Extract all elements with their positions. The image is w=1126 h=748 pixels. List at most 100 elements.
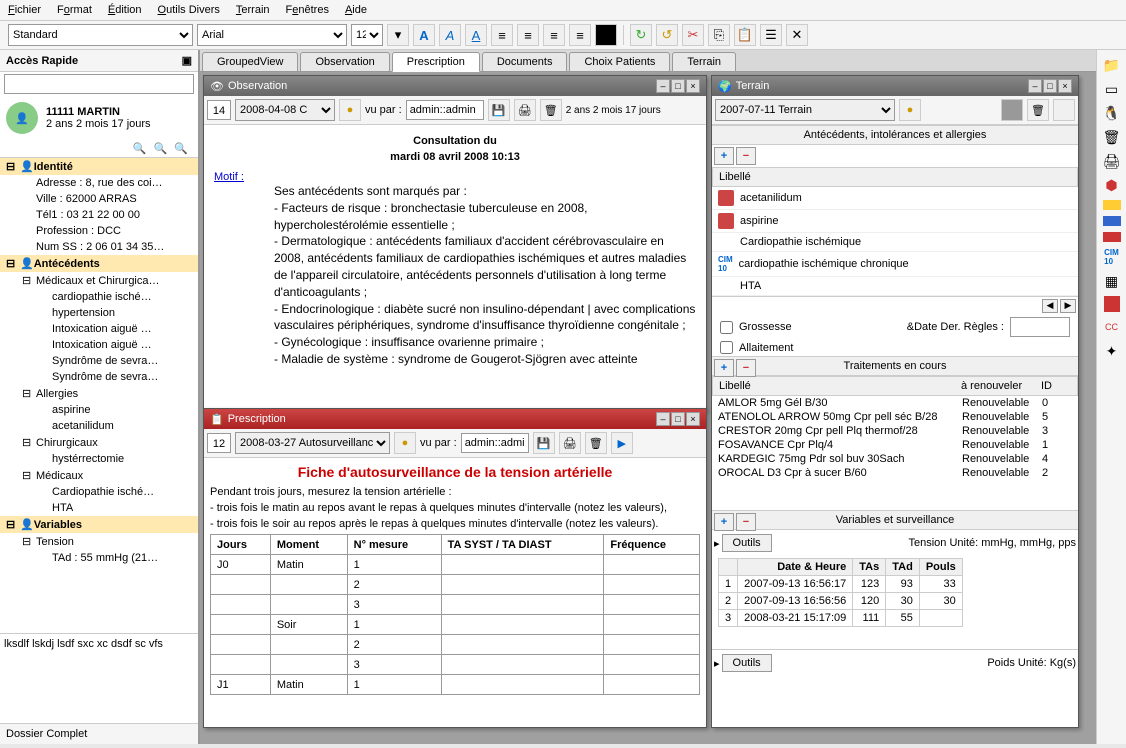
save-icon[interactable]: 💾: [488, 99, 510, 121]
color-swatch[interactable]: [595, 24, 617, 46]
min-icon[interactable]: –: [656, 412, 670, 426]
outils-button[interactable]: Outils: [722, 534, 772, 552]
min-icon[interactable]: –: [1028, 79, 1042, 93]
scroll-right-icon[interactable]: ▶: [1060, 299, 1076, 313]
lock-icon[interactable]: ●: [339, 99, 361, 121]
print-icon[interactable]: 🖨: [559, 432, 581, 454]
tree-item[interactable]: TAd : 55 mmHg (21…: [0, 550, 198, 566]
lock-icon[interactable]: ●: [394, 432, 416, 454]
menu-edition[interactable]: Édition: [108, 4, 142, 16]
redo-icon[interactable]: ↻: [630, 24, 652, 46]
vu-par-input[interactable]: [461, 433, 529, 453]
style-select[interactable]: Standard: [8, 24, 193, 46]
menu-fenetres[interactable]: Fenêtres: [286, 4, 329, 16]
max-icon[interactable]: □: [1043, 79, 1057, 93]
size-select[interactable]: 12: [351, 24, 383, 46]
doc-icon[interactable]: ▭: [1102, 80, 1122, 98]
box-icon[interactable]: [1001, 99, 1023, 121]
align-right-icon[interactable]: ≡: [543, 24, 565, 46]
grossesse-checkbox[interactable]: [720, 321, 733, 334]
tree-item[interactable]: ⊟Tension: [0, 533, 198, 550]
tab-observation[interactable]: Observation: [300, 52, 389, 71]
tab-groupedview[interactable]: GroupedView: [202, 52, 298, 71]
close-icon[interactable]: ×: [1058, 79, 1072, 93]
close-icon[interactable]: ×: [686, 79, 700, 93]
penguin-icon[interactable]: 🐧: [1102, 104, 1122, 122]
antecedent-item[interactable]: HTA: [712, 277, 1078, 296]
tree-item[interactable]: ⊟Allergies: [0, 385, 198, 402]
print-icon[interactable]: 🖨: [514, 99, 536, 121]
action-icon-2[interactable]: 🔍: [154, 143, 168, 155]
tree-item[interactable]: aspirine: [0, 402, 198, 418]
tree-item[interactable]: ⊟👤 Antécédents: [0, 255, 198, 272]
tree-item[interactable]: acetanilidum: [0, 418, 198, 434]
cut-icon[interactable]: ✂: [682, 24, 704, 46]
tab-documents[interactable]: Documents: [482, 52, 568, 71]
antecedent-item[interactable]: aspirine: [712, 210, 1078, 233]
blank-icon[interactable]: [1053, 99, 1075, 121]
obs-body[interactable]: Consultation du mardi 08 avril 2008 10:1…: [204, 125, 706, 410]
remove-button[interactable]: −: [736, 147, 756, 165]
scroll-left-icon[interactable]: ◀: [1042, 299, 1058, 313]
tree-item[interactable]: ⊟Chirurgicaux: [0, 434, 198, 451]
menu-aide[interactable]: Aide: [345, 4, 367, 16]
tab-prescription[interactable]: Prescription: [392, 52, 480, 72]
copy-icon[interactable]: ⎘: [708, 24, 730, 46]
tree-item[interactable]: Profession : DCC: [0, 223, 198, 239]
align-left-icon[interactable]: ≡: [491, 24, 513, 46]
tree-item[interactable]: Ville : 62000 ARRAS: [0, 191, 198, 207]
menu-format[interactable]: Format: [57, 4, 92, 16]
treatments-list[interactable]: AMLOR 5mg Gél B/30Renouvelable0ATENOLOL …: [712, 396, 1078, 480]
printer-icon[interactable]: 🖨: [1102, 152, 1122, 170]
treatment-row[interactable]: AMLOR 5mg Gél B/30Renouvelable0: [712, 396, 1078, 410]
size-stepper[interactable]: ▾: [387, 24, 409, 46]
menu-terrain[interactable]: Terrain: [236, 4, 270, 16]
tree-item[interactable]: Num SS : 2 06 01 34 35…: [0, 239, 198, 255]
var-expand-icon[interactable]: ▸: [714, 537, 720, 550]
delete-icon[interactable]: 🗑: [1027, 99, 1049, 121]
tree-item[interactable]: Syndrôme de sevra…: [0, 369, 198, 385]
align-center-icon[interactable]: ≡: [517, 24, 539, 46]
save-icon[interactable]: 💾: [533, 432, 555, 454]
min-icon[interactable]: –: [656, 79, 670, 93]
quick-search-input[interactable]: [4, 74, 194, 94]
terrain-date-select[interactable]: 2007-07-11 Terrain: [715, 99, 895, 121]
motif-link[interactable]: Motif :: [214, 171, 244, 183]
tab-terrain[interactable]: Terrain: [672, 52, 736, 71]
cluster-icon[interactable]: ✦: [1102, 342, 1122, 360]
cim10-icon[interactable]: CIM10: [1102, 248, 1122, 266]
tree-item[interactable]: HTA: [0, 500, 198, 516]
max-icon[interactable]: □: [671, 79, 685, 93]
align-justify-icon[interactable]: ≡: [569, 24, 591, 46]
lock-icon[interactable]: ●: [899, 99, 921, 121]
tree-item[interactable]: ⊟Médicaux et Chirurgica…: [0, 272, 198, 289]
action-icon-1[interactable]: 🔍: [133, 143, 147, 155]
tree-item[interactable]: Intoxication aiguë …: [0, 337, 198, 353]
panel-close-icon[interactable]: ▣: [182, 54, 192, 67]
vidal-icon[interactable]: [1104, 296, 1120, 312]
bold-icon[interactable]: A: [413, 24, 435, 46]
tree-item[interactable]: ⊟👤 Variables: [0, 516, 198, 533]
underline-icon[interactable]: A: [465, 24, 487, 46]
tree-item[interactable]: hystérrectomie: [0, 451, 198, 467]
italic-icon[interactable]: A: [439, 24, 461, 46]
add-button[interactable]: +: [714, 359, 734, 377]
bar2-icon[interactable]: [1103, 216, 1121, 226]
tree-item[interactable]: ⊟👤 Identité: [0, 158, 198, 175]
treatment-row[interactable]: KARDEGIC 75mg Pdr sol buv 30SachRenouvel…: [712, 452, 1078, 466]
tree-item[interactable]: Intoxication aiguë …: [0, 321, 198, 337]
antecedent-item[interactable]: CIM10cardiopathie ischémique chronique: [712, 252, 1078, 277]
bar1-icon[interactable]: [1103, 200, 1121, 210]
folder-icon[interactable]: 📁: [1102, 56, 1122, 74]
obs-date-select[interactable]: 2008-04-08 C: [235, 99, 335, 121]
treatment-row[interactable]: CRESTOR 20mg Cpr pell Plq thermof/28Reno…: [712, 424, 1078, 438]
menu-outils[interactable]: Outils Divers: [158, 4, 220, 16]
tree-item[interactable]: Cardiopathie isché…: [0, 484, 198, 500]
bar3-icon[interactable]: [1103, 232, 1121, 242]
max-icon[interactable]: □: [671, 412, 685, 426]
date-regles-input[interactable]: [1010, 317, 1070, 337]
tree-item[interactable]: Tél1 : 03 21 22 00 00: [0, 207, 198, 223]
antecedent-list[interactable]: acetanilidumaspirineCardiopathie ischémi…: [712, 187, 1078, 296]
treatment-row[interactable]: OROCAL D3 Cpr à sucer B/60Renouvelable2: [712, 466, 1078, 480]
play-icon[interactable]: ▶: [611, 432, 633, 454]
